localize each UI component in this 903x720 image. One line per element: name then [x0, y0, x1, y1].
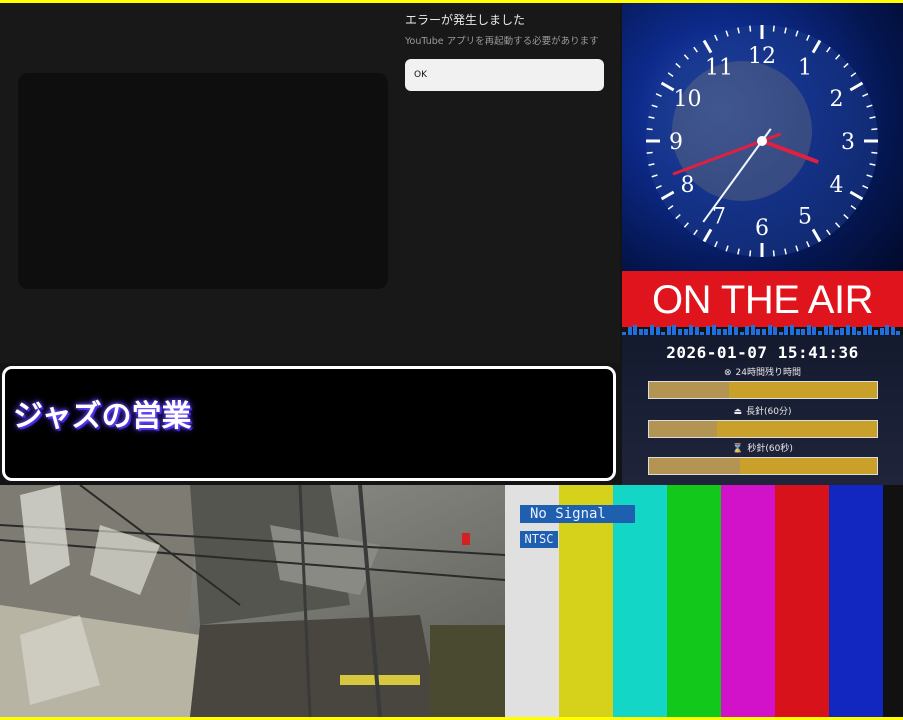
second-hand-label: ⌛ 秒針(60秒)	[622, 441, 903, 454]
day-progress-bar	[648, 381, 878, 399]
minute-hand-text: 長針(60分)	[746, 407, 792, 417]
hourglass-icon: ⌛	[732, 444, 744, 454]
color-bar	[667, 485, 721, 717]
bell-icon: ⏏	[733, 407, 743, 417]
equalizer-bars	[622, 325, 903, 335]
equalizer-bar	[689, 325, 694, 335]
equalizer-bar	[767, 325, 772, 335]
equalizer-bar	[790, 325, 794, 335]
equalizer-bar	[655, 326, 660, 335]
second-progress-fill	[649, 458, 741, 474]
analog-clock-panel: 12 1 2 3 4 5 6 7 8 9 10 11	[622, 3, 903, 271]
color-bar	[775, 485, 829, 717]
second-progress-bar	[648, 457, 878, 475]
timer-panel: 2026-01-07 15:41:36 ⊗ 24時間残り時間 ⏏ 長針(60分) ⌛…	[622, 335, 903, 485]
equalizer-bar	[823, 326, 828, 335]
equalizer-bar	[633, 325, 638, 335]
equalizer-bar	[885, 325, 890, 335]
clock-tick	[772, 250, 775, 257]
error-message: YouTube アプリを再起動する必要があります	[405, 36, 599, 47]
color-bars-test-pattern: No Signal NTSC	[505, 485, 903, 717]
equalizer-bar	[627, 326, 632, 335]
equalizer-bar	[840, 328, 845, 335]
minute-hand-label: ⏏ 長針(60分)	[622, 404, 903, 417]
clock-numeral: 12	[748, 44, 776, 69]
clock-numeral: 8	[681, 173, 695, 198]
equalizer-bar	[851, 326, 856, 335]
clock-tick	[749, 250, 752, 257]
video-placeholder	[18, 73, 388, 289]
error-title: エラーが発生しました	[405, 13, 526, 27]
equalizer-bar	[868, 325, 873, 335]
clock-numeral: 1	[798, 56, 812, 81]
day-progress-fill	[649, 382, 729, 398]
equalizer-bar	[728, 325, 733, 335]
no-signal-label: No Signal	[520, 505, 635, 523]
clock-face: 12 1234567891011	[646, 25, 878, 257]
minute-progress-bar	[648, 420, 878, 438]
second-hand-text: 秒針(60秒)	[747, 444, 793, 454]
equalizer-bar	[829, 325, 834, 335]
equalizer-bar	[694, 326, 699, 335]
equalizer-bar	[773, 326, 778, 335]
caption-box: ジャズの営業	[2, 366, 616, 481]
day-remaining-text: 24時間残り時間	[735, 368, 801, 378]
clock-tick	[646, 128, 653, 131]
clock-tick	[772, 25, 775, 32]
on-air-banner: ON THE AIR	[622, 271, 903, 327]
equalizer-bar	[711, 325, 716, 335]
equalizer-bar	[650, 325, 654, 335]
equalizer-bar	[812, 326, 817, 335]
color-bar	[883, 485, 903, 717]
street-camera-feed	[0, 485, 505, 717]
equalizer-bar	[806, 325, 811, 335]
clock-numeral: 4	[829, 173, 843, 198]
clock-tick	[646, 151, 653, 154]
camera-image	[0, 485, 505, 717]
clock-numeral: 6	[755, 216, 769, 241]
equalizer-bar	[846, 325, 850, 335]
equalizer-bar	[750, 325, 755, 335]
caption-text: ジャズの営業	[13, 399, 192, 434]
equalizer-bar	[672, 325, 677, 335]
minute-progress-fill	[649, 421, 718, 437]
clock-numeral: 10	[674, 87, 702, 112]
clock-numeral: 9	[669, 130, 683, 155]
clock-numeral: 3	[841, 130, 855, 155]
clock-numeral: 2	[829, 87, 843, 112]
equalizer-bar	[734, 326, 738, 335]
ntsc-label: NTSC	[520, 531, 558, 548]
clock-tick	[871, 151, 878, 154]
equalizer-bar	[784, 326, 789, 335]
clock-tick	[749, 25, 752, 32]
youtube-error-panel: エラーが発生しました YouTube アプリを再起動する必要があります OK	[0, 3, 620, 363]
ok-button[interactable]: OK	[405, 59, 604, 91]
color-bar	[721, 485, 775, 717]
color-bar	[829, 485, 883, 717]
equalizer-bar	[879, 328, 884, 335]
equalizer-bar	[890, 327, 895, 335]
equalizer-bar	[745, 326, 750, 335]
clock-icon: ⊗	[724, 368, 732, 378]
equalizer-bar	[666, 326, 671, 335]
equalizer-bar	[706, 326, 710, 335]
clock-center-pin	[757, 136, 767, 146]
screen-frame: エラーが発生しました YouTube アプリを再起動する必要があります OK 1…	[0, 3, 903, 717]
current-datetime: 2026-01-07 15:41:36	[666, 343, 859, 362]
clock-numeral: 5	[798, 204, 812, 229]
clock-numeral: 11	[705, 56, 733, 81]
clock-tick	[871, 128, 878, 131]
equalizer-bar	[862, 326, 867, 335]
day-remaining-label: ⊗ 24時間残り時間	[622, 365, 903, 378]
